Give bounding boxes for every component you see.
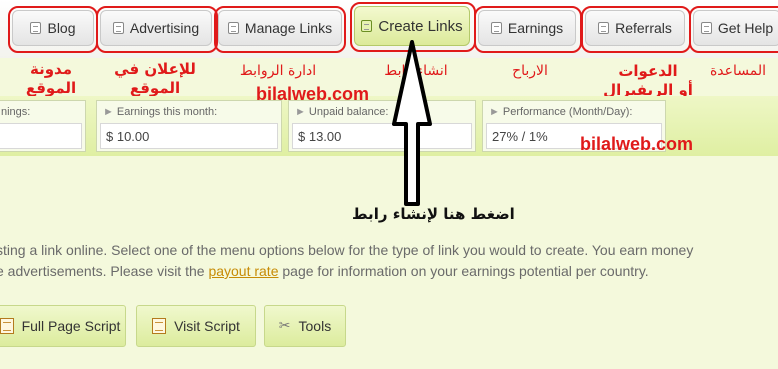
instruction-annotation: اضغط هنا لإنشاء رابط xyxy=(352,205,515,223)
payout-rate-link[interactable]: payout rate xyxy=(208,263,278,279)
visit-script-button[interactable]: Visit Script xyxy=(136,305,256,347)
full-page-script-button[interactable]: Full Page Script xyxy=(0,305,126,347)
intro-line-1: sting a link online. Select one of the m… xyxy=(0,242,694,258)
script-icon xyxy=(0,318,14,334)
tools-icon: ✂ xyxy=(278,318,291,334)
full-page-script-label: Full Page Script xyxy=(21,318,121,334)
visit-script-label: Visit Script xyxy=(174,318,240,334)
intro-line-2: e advertisements. Please visit the payou… xyxy=(0,263,649,279)
tools-button[interactable]: ✂ Tools xyxy=(264,305,346,347)
screenshot-stage: Blog Advertising Manage Links Create Lin… xyxy=(0,0,778,369)
tools-label: Tools xyxy=(298,318,332,334)
script-icon xyxy=(152,318,167,334)
